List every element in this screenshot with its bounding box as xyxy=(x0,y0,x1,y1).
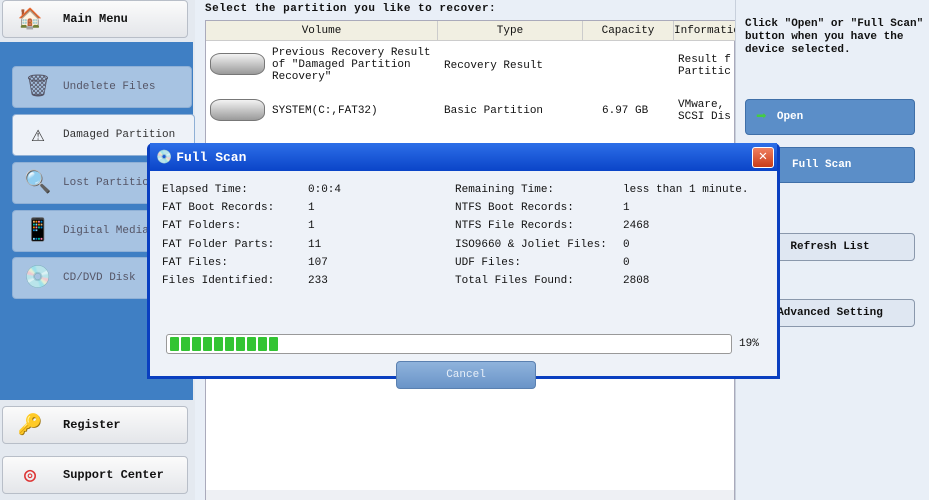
lost-partition-icon: 🔍 xyxy=(24,171,52,196)
support-center-button[interactable]: ◎ Support Center xyxy=(2,456,188,494)
stat-value: 0:0:4 xyxy=(308,184,342,196)
open-label: Open xyxy=(776,111,804,123)
progress-segment xyxy=(170,337,179,351)
key-icon: 🔑 xyxy=(17,415,43,438)
refresh-label: Refresh List xyxy=(790,241,870,253)
stat-label: Files Identified: xyxy=(162,275,275,287)
disk-icon xyxy=(210,99,265,121)
stat-label: Elapsed Time: xyxy=(162,184,248,196)
row-type: Basic Partition xyxy=(444,105,544,117)
row-volume[interactable]: SYSTEM(C:,FAT32) xyxy=(272,105,378,117)
column-capacity[interactable]: Capacity xyxy=(583,21,674,41)
column-volume[interactable]: Volume xyxy=(206,21,438,41)
stat-value: less than 1 minute. xyxy=(623,184,749,196)
main-menu-label: Main Menu xyxy=(63,12,128,26)
progress-percent: 19% xyxy=(739,338,759,350)
stat-label: ISO9660 & Joliet Files: xyxy=(455,238,607,251)
column-type[interactable]: Type xyxy=(438,21,583,41)
lifebuoy-icon: ◎ xyxy=(23,465,37,488)
sidebar-item-undelete-files[interactable]: 🗑 Undelete Files xyxy=(12,66,192,108)
stat-label: UDF Files: xyxy=(455,256,522,269)
stat-value: 0 xyxy=(623,238,630,251)
advanced-label: Advanced Setting xyxy=(777,307,883,319)
prompt-text: Select the partition you like to recover… xyxy=(205,3,497,15)
stat-label: NTFS File Records: xyxy=(455,220,574,233)
progress-segment xyxy=(203,337,212,351)
stat-label: Remaining Time: xyxy=(455,184,555,196)
stat-label: FAT Boot Records: xyxy=(162,202,275,215)
open-button[interactable]: ➡ Open xyxy=(745,99,915,135)
cd-icon: 💿 xyxy=(156,149,173,165)
support-label: Support Center xyxy=(63,468,164,482)
stat-label: FAT Files: xyxy=(162,256,229,269)
stat-value: 0 xyxy=(623,256,630,269)
sidebar-item-label: Undelete Files xyxy=(63,81,156,93)
progress-segment xyxy=(258,337,267,351)
progress-bar xyxy=(166,334,732,354)
stat-label: FAT Folder Parts: xyxy=(162,238,275,251)
row-capacity: 6.97 GB xyxy=(602,105,649,117)
row-type: Recovery Result xyxy=(444,60,544,72)
stat-value: 2808 xyxy=(623,275,650,287)
stat-value: 1 xyxy=(308,202,315,215)
cd-dvd-icon: 💿 xyxy=(24,266,52,291)
progress-segment xyxy=(192,337,201,351)
main-menu-button[interactable]: 🏠 Main Menu xyxy=(2,0,188,38)
horizontal-scrollbar[interactable] xyxy=(206,490,734,500)
sidebar-item-label: Damaged Partition xyxy=(63,129,176,141)
progress-segment xyxy=(269,337,278,351)
full-scan-label: Full Scan xyxy=(792,159,852,171)
recycle-bin-icon: 🗑 xyxy=(24,75,52,100)
progress-segment xyxy=(225,337,234,351)
close-icon[interactable]: ✕ xyxy=(752,147,774,168)
stat-value: 2468 xyxy=(623,220,650,233)
stat-value: 11 xyxy=(308,238,322,251)
row-volume[interactable]: Previous Recovery Result of "Damaged Par… xyxy=(272,47,434,83)
damaged-disk-icon: ⚠ xyxy=(31,123,45,148)
stat-value: 1 xyxy=(623,202,630,215)
dialog-body: 19% Cancel Elapsed Time: 0:0:4 FAT Boot Re… xyxy=(150,171,777,389)
stat-value: 107 xyxy=(308,256,328,269)
digital-media-icon: 📱 xyxy=(24,219,52,244)
progress-segment xyxy=(181,337,190,351)
dialog-title: Full Scan xyxy=(176,149,247,165)
stat-label: NTFS Boot Records: xyxy=(455,202,574,215)
stat-value: 1 xyxy=(308,220,315,233)
sidebar-item-label: Lost Partition xyxy=(63,177,156,189)
sidebar-item-label: Digital Media xyxy=(63,225,149,237)
sidebar-item-label: CD/DVD Disk xyxy=(63,272,136,284)
recovery-result-icon xyxy=(210,53,265,75)
cancel-button[interactable]: Cancel xyxy=(396,361,536,389)
row-info: VMware, SCSI Dis xyxy=(678,99,731,123)
progress-segment xyxy=(214,337,223,351)
dialog-title-bar[interactable]: 💿 Full Scan ✕ xyxy=(150,143,777,171)
column-information[interactable]: Information xyxy=(674,21,736,41)
stat-label: Total Files Found: xyxy=(455,275,574,287)
stat-label: FAT Folders: xyxy=(162,220,242,233)
home-icon: 🏠 xyxy=(17,9,43,32)
register-label: Register xyxy=(63,418,121,432)
register-button[interactable]: 🔑 Register xyxy=(2,406,188,444)
arrow-right-icon: ➡ xyxy=(756,108,767,128)
hint-text: Click "Open" or "Full Scan" button when … xyxy=(745,18,924,56)
stat-value: 233 xyxy=(308,275,328,287)
full-scan-dialog: 💿 Full Scan ✕ 19% Cancel Elapsed Time: 0:0:… xyxy=(147,143,780,389)
progress-segment xyxy=(247,337,256,351)
row-info: Result f Partitic xyxy=(678,54,731,78)
progress-segment xyxy=(236,337,245,351)
